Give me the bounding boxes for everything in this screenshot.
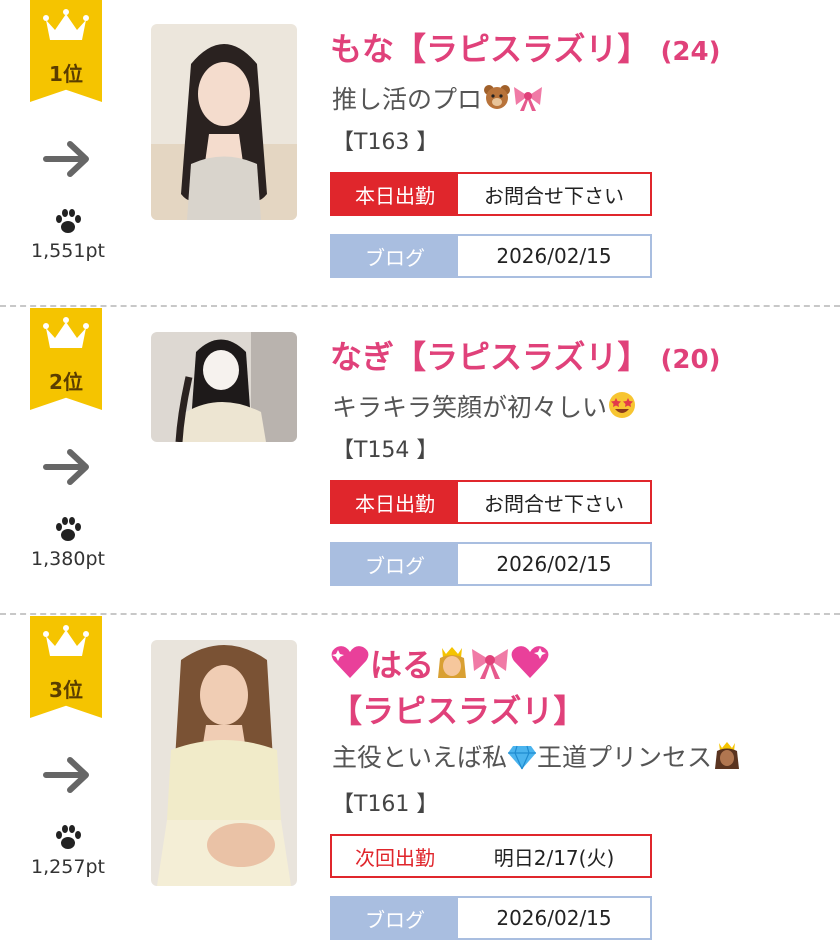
work-status-value: お問合せ下さい xyxy=(458,174,650,214)
work-status[interactable]: 本日出勤 お問合せ下さい xyxy=(330,172,652,216)
ranking-entry[interactable]: 3位 1,257pt はる【ラピスラズリ】 主役といえば私 王道プリンセス 【T… xyxy=(0,616,840,951)
work-status-value: お問合せ下さい xyxy=(458,482,650,522)
star-eyes-emoji xyxy=(609,392,636,418)
gem-emoji xyxy=(508,745,537,770)
height: 【T163 】 xyxy=(332,130,439,155)
blog-date: 2026/02/15 xyxy=(458,898,650,938)
work-status-label: 次回出勤 xyxy=(332,836,458,876)
profile-photo[interactable] xyxy=(151,24,297,220)
divider xyxy=(0,305,840,307)
height: 【T161 】 xyxy=(332,792,439,817)
rank-label: 2位 xyxy=(49,370,83,394)
bear-emoji xyxy=(484,85,511,109)
rank-label: 3位 xyxy=(49,678,83,702)
cast-age: (24) xyxy=(660,37,721,67)
points: 1,380pt xyxy=(31,548,105,570)
divider xyxy=(0,613,840,615)
blog-link[interactable]: ブログ 2026/02/15 xyxy=(330,234,652,278)
points: 1,257pt xyxy=(31,856,105,878)
profile-photo[interactable] xyxy=(151,332,297,442)
trend-arrow-icon xyxy=(43,757,89,793)
blog-label: ブログ xyxy=(332,236,458,276)
rank-badge: 1位 xyxy=(30,0,102,102)
cast-name[interactable]: もな【ラピスラズリ】 (24) xyxy=(330,26,800,75)
ranking-entry[interactable]: 2位 1,380pt なぎ【ラピスラズリ】 (20) キラキラ笑顔が初々しい 【… xyxy=(0,308,840,614)
rank-label: 1位 xyxy=(49,62,83,86)
paw-icon xyxy=(56,517,81,541)
cast-name[interactable]: はる【ラピスラズリ】 xyxy=(330,642,800,734)
blog-label: ブログ xyxy=(332,544,458,584)
crown-icon xyxy=(43,317,89,348)
cast-name-text[interactable]: はる xyxy=(370,646,434,684)
blog-link[interactable]: ブログ 2026/02/15 xyxy=(330,896,652,940)
crown-icon xyxy=(43,9,89,40)
catchphrase-tail: 王道プリンセス xyxy=(537,743,713,772)
princess-emoji xyxy=(715,742,740,769)
ranking-entry[interactable]: 1位 1,551pt もな【ラピスラズリ】 (24) 推し活のプロ 【T163 … xyxy=(0,0,840,306)
cast-name[interactable]: なぎ【ラピスラズリ】 (20) xyxy=(330,334,800,383)
cast-name-text[interactable]: もな【ラピスラズリ】 xyxy=(330,30,649,68)
ranking-list: 1位 1,551pt もな【ラピスラズリ】 (24) 推し活のプロ 【T163 … xyxy=(0,0,840,951)
trend-arrow-icon xyxy=(43,141,89,177)
rank-badge: 2位 xyxy=(30,308,102,410)
work-status-label: 本日出勤 xyxy=(332,482,458,522)
next-work-status[interactable]: 次回出勤 明日2/17(火) xyxy=(330,834,652,878)
paw-icon xyxy=(56,209,81,233)
catchphrase: 推し活のプロ xyxy=(332,80,544,116)
blog-link[interactable]: ブログ 2026/02/15 xyxy=(330,542,652,586)
cast-name-text[interactable]: なぎ【ラピスラズリ】 xyxy=(330,338,649,376)
blog-date: 2026/02/15 xyxy=(458,236,650,276)
profile-photo[interactable] xyxy=(151,640,297,886)
crown-icon xyxy=(43,625,89,656)
ribbon-emoji xyxy=(514,87,543,111)
sparkling-heart-emoji xyxy=(511,646,549,678)
height: 【T154 】 xyxy=(332,438,439,463)
work-status-label: 本日出勤 xyxy=(332,174,458,214)
paw-icon xyxy=(56,825,81,849)
catchphrase: キラキラ笑顔が初々しい xyxy=(332,388,637,424)
catchphrase-text: 推し活のプロ xyxy=(332,85,483,114)
blog-date: 2026/02/15 xyxy=(458,544,650,584)
catchphrase-text: キラキラ笑顔が初々しい xyxy=(332,393,608,422)
catchphrase: 主役といえば私 王道プリンセス xyxy=(332,738,742,774)
trend-arrow-icon xyxy=(43,449,89,485)
princess-emoji xyxy=(438,647,467,678)
points: 1,551pt xyxy=(31,240,105,262)
catchphrase-text: 主役といえば私 xyxy=(332,743,508,772)
work-status[interactable]: 本日出勤 お問合せ下さい xyxy=(330,480,652,524)
sparkling-heart-emoji xyxy=(331,646,369,678)
blog-label: ブログ xyxy=(332,898,458,938)
shop-name: 【ラピスラズリ】 xyxy=(330,692,586,730)
rank-badge: 3位 xyxy=(30,616,102,718)
ribbon-emoji xyxy=(472,649,509,679)
cast-age: (20) xyxy=(660,345,721,375)
work-status-value: 明日2/17(火) xyxy=(458,836,650,876)
